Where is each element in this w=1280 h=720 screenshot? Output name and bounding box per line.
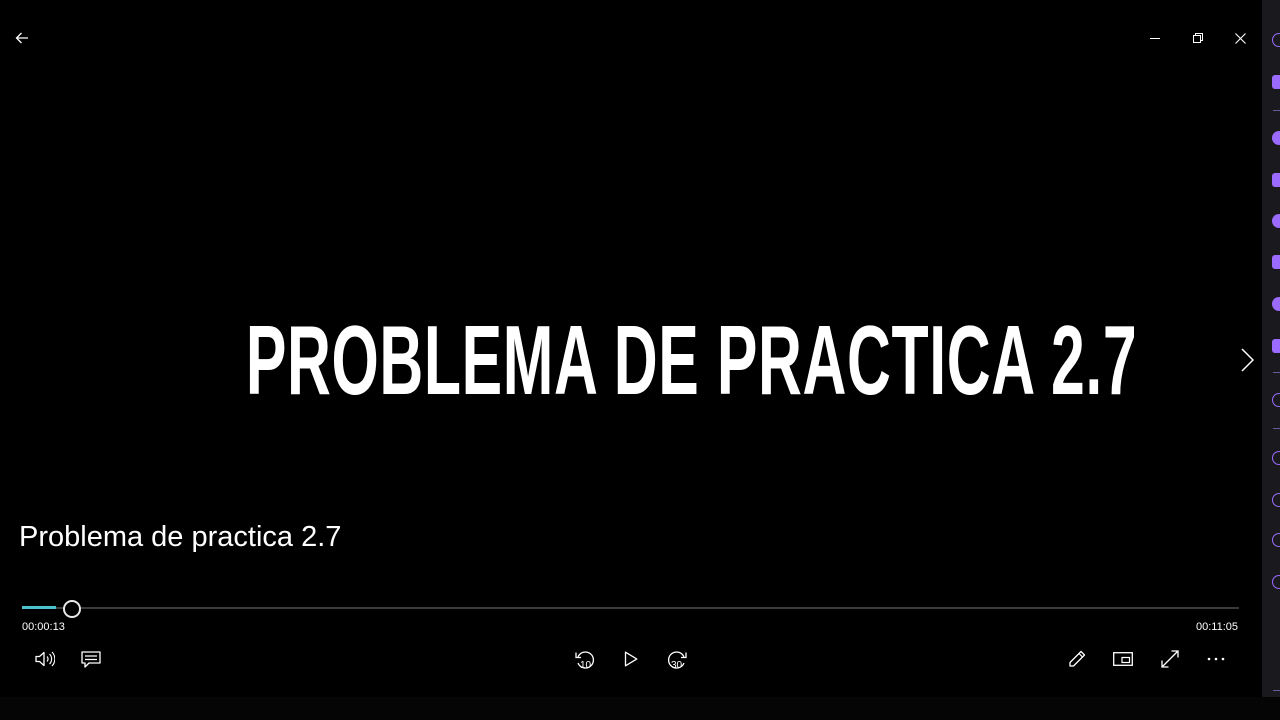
- side-panel-icon[interactable]: [1272, 214, 1280, 228]
- svg-text:30: 30: [671, 660, 683, 671]
- seek-bar-progress: [22, 606, 56, 609]
- side-panel-icon[interactable]: [1272, 451, 1280, 465]
- mini-view-button[interactable]: [1111, 647, 1135, 671]
- media-name: Problema de practica 2.7: [19, 521, 342, 553]
- side-panel-icon[interactable]: [1272, 297, 1280, 311]
- minimize-icon: [1150, 33, 1160, 43]
- edit-button[interactable]: [1065, 647, 1089, 671]
- skip-forward-button[interactable]: 30: [663, 646, 691, 674]
- back-button[interactable]: [10, 26, 34, 50]
- current-time: 00:00:13: [22, 621, 65, 633]
- skip-back-10-icon: 10: [573, 648, 597, 672]
- side-panel-icon[interactable]: [1272, 493, 1280, 507]
- total-time: 00:11:05: [1195, 621, 1238, 633]
- side-panel-icon[interactable]: [1272, 575, 1280, 589]
- volume-icon: [35, 651, 55, 667]
- fullscreen-button[interactable]: [1158, 647, 1182, 671]
- seek-thumb[interactable]: [62, 600, 81, 618]
- skip-forward-30-icon: 30: [665, 648, 689, 672]
- seek-bar[interactable]: [22, 607, 1239, 609]
- bottom-strip: [0, 697, 1280, 720]
- play-icon: [624, 651, 638, 667]
- side-panel-icon[interactable]: [1272, 255, 1280, 269]
- side-panel-icon[interactable]: [1272, 75, 1280, 89]
- captions-icon: [81, 650, 101, 668]
- pencil-icon: [1068, 650, 1086, 668]
- side-panel-icon[interactable]: [1272, 33, 1280, 47]
- captions-button[interactable]: [79, 647, 103, 671]
- restore-icon: [1193, 33, 1203, 43]
- mini-view-icon: [1113, 652, 1133, 666]
- fullscreen-icon: [1161, 650, 1179, 668]
- play-button[interactable]: [619, 647, 643, 671]
- side-panel-separator: [1273, 428, 1280, 429]
- side-panel-separator: [1273, 372, 1280, 373]
- more-button[interactable]: [1204, 647, 1228, 671]
- close-icon: [1234, 32, 1246, 44]
- restore-button[interactable]: [1186, 26, 1210, 50]
- chevron-right-icon: [1240, 348, 1254, 372]
- volume-button[interactable]: [33, 647, 57, 671]
- more-icon: [1207, 657, 1225, 661]
- side-panel-separator: [1273, 690, 1280, 691]
- back-arrow-icon: [15, 31, 29, 45]
- svg-text:10: 10: [580, 660, 592, 671]
- skip-back-button[interactable]: 10: [571, 646, 599, 674]
- video-title-card: PROBLEMA DE PRACTICA 2.7: [245, 305, 1138, 415]
- side-panel-icon[interactable]: [1272, 533, 1280, 547]
- close-button[interactable]: [1228, 26, 1252, 50]
- side-panel-icon[interactable]: [1272, 131, 1280, 145]
- side-panel-icon[interactable]: [1272, 393, 1280, 407]
- side-panel-icon[interactable]: [1272, 339, 1280, 353]
- next-button[interactable]: [1234, 344, 1260, 376]
- side-panel-separator: [1273, 110, 1280, 111]
- side-panel-icon[interactable]: [1272, 173, 1280, 187]
- minimize-button[interactable]: [1143, 26, 1167, 50]
